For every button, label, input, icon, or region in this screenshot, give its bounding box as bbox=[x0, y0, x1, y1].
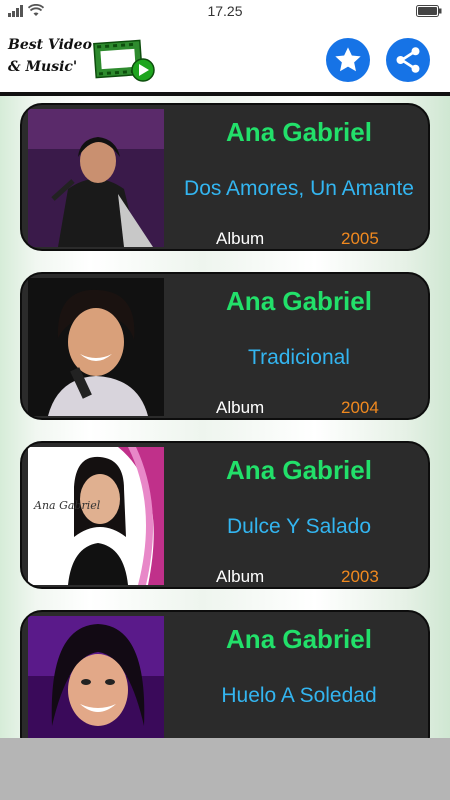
artist-name: Ana Gabriel bbox=[226, 117, 372, 147]
film-strip-play-icon bbox=[93, 39, 155, 82]
album-title: Huelo A Soledad bbox=[221, 684, 377, 707]
logo-line-2: & Music' bbox=[8, 59, 78, 75]
star-icon bbox=[335, 47, 361, 72]
svg-text:Ana Gabriel: Ana Gabriel bbox=[33, 499, 101, 512]
album-list: Ana Gabriel Dos Amores, Un Amante Album … bbox=[0, 96, 450, 738]
album-title: Dos Amores, Un Amante bbox=[184, 177, 414, 200]
status-bar: 17.25 bbox=[0, 0, 450, 22]
app-header: Best Video & Music' bbox=[0, 22, 450, 92]
album-cover-image bbox=[28, 278, 164, 416]
share-button[interactable] bbox=[386, 38, 430, 82]
artist-name: Ana Gabriel bbox=[226, 286, 372, 316]
release-type: Album bbox=[216, 398, 265, 417]
album-cover-image bbox=[28, 109, 164, 247]
album-card[interactable]: Ana Gabriel Tradicional Album 2004 bbox=[20, 272, 430, 420]
album-cover-image bbox=[28, 616, 164, 738]
bottom-bar bbox=[0, 738, 450, 800]
album-cover-image: Ana Gabriel bbox=[28, 447, 164, 585]
favorites-button[interactable] bbox=[326, 38, 370, 82]
release-year: 2003 bbox=[341, 567, 379, 586]
status-time: 17.25 bbox=[207, 3, 243, 19]
release-type: Album bbox=[216, 567, 265, 586]
album-card[interactable]: Ana Gabriel Dos Amores, Un Amante Album … bbox=[20, 103, 430, 251]
release-type: Album bbox=[216, 229, 265, 248]
battery-icon bbox=[416, 5, 442, 17]
release-year: 2004 bbox=[341, 398, 379, 417]
artist-name: Ana Gabriel bbox=[226, 624, 372, 654]
album-title: Dulce Y Salado bbox=[227, 515, 371, 538]
release-year: 2005 bbox=[341, 229, 379, 248]
logo-line-1: Best Video bbox=[8, 37, 92, 53]
album-card[interactable]: Ana Gabriel Huelo A Soledad Album 2001 bbox=[20, 610, 430, 738]
app-logo: Best Video & Music' bbox=[8, 34, 92, 78]
artist-name: Ana Gabriel bbox=[226, 455, 372, 485]
album-card[interactable]: Ana Gabriel Ana Gabriel Dulce Y Salado A… bbox=[20, 441, 430, 589]
album-title: Tradicional bbox=[248, 346, 350, 369]
share-icon bbox=[396, 47, 420, 73]
